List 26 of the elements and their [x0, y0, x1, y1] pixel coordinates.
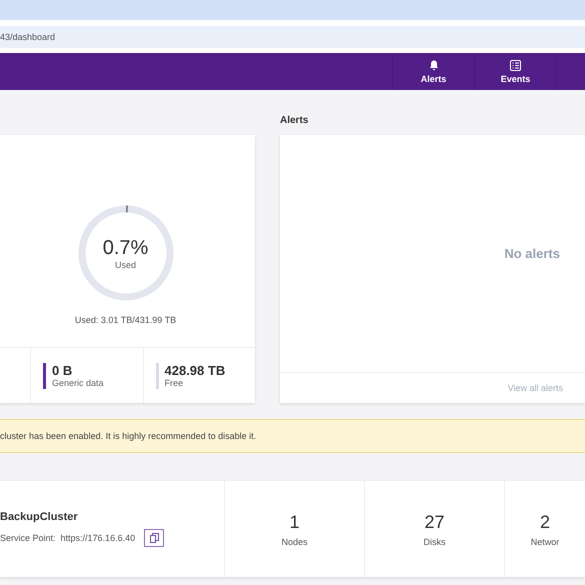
- copy-button[interactable]: [144, 529, 164, 547]
- list-icon: [510, 60, 521, 70]
- usage-summary: Used: 3.01 TB/431.99 TB: [74, 315, 176, 325]
- count-value: 27: [424, 512, 445, 532]
- copy-icon: [150, 533, 159, 543]
- address-bar[interactable]: 43/dashboard: [0, 26, 585, 48]
- nav-tab[interactable]: Alerts: [392, 53, 474, 90]
- used-percent: 0.7%: [102, 236, 148, 260]
- count-label: Nodes: [281, 536, 308, 546]
- bell-icon: [428, 60, 438, 70]
- empty-message: No alerts: [504, 246, 560, 261]
- count-value: 1: [289, 512, 300, 532]
- count-value: 2: [540, 512, 550, 532]
- nav-tab[interactable]: Events: [474, 53, 556, 90]
- cluster-name: BackupCluster: [0, 511, 79, 523]
- count-label: Networ: [530, 536, 560, 546]
- stat-label: Generic data: [52, 378, 104, 388]
- alerts-title: Alerts: [280, 115, 308, 126]
- count-label: Disks: [424, 536, 446, 546]
- warning-text: cluster has been enabled. It is highly recommended to disable it.: [0, 431, 256, 441]
- stat-label: Free: [164, 378, 184, 388]
- service-url: https://176.16.6.40: [60, 533, 136, 543]
- stat-value: 0 B: [52, 363, 74, 378]
- used-label: Used: [114, 260, 136, 270]
- stat-value: 428.98 TB: [164, 363, 226, 378]
- service-label: Service Point:: [0, 533, 56, 543]
